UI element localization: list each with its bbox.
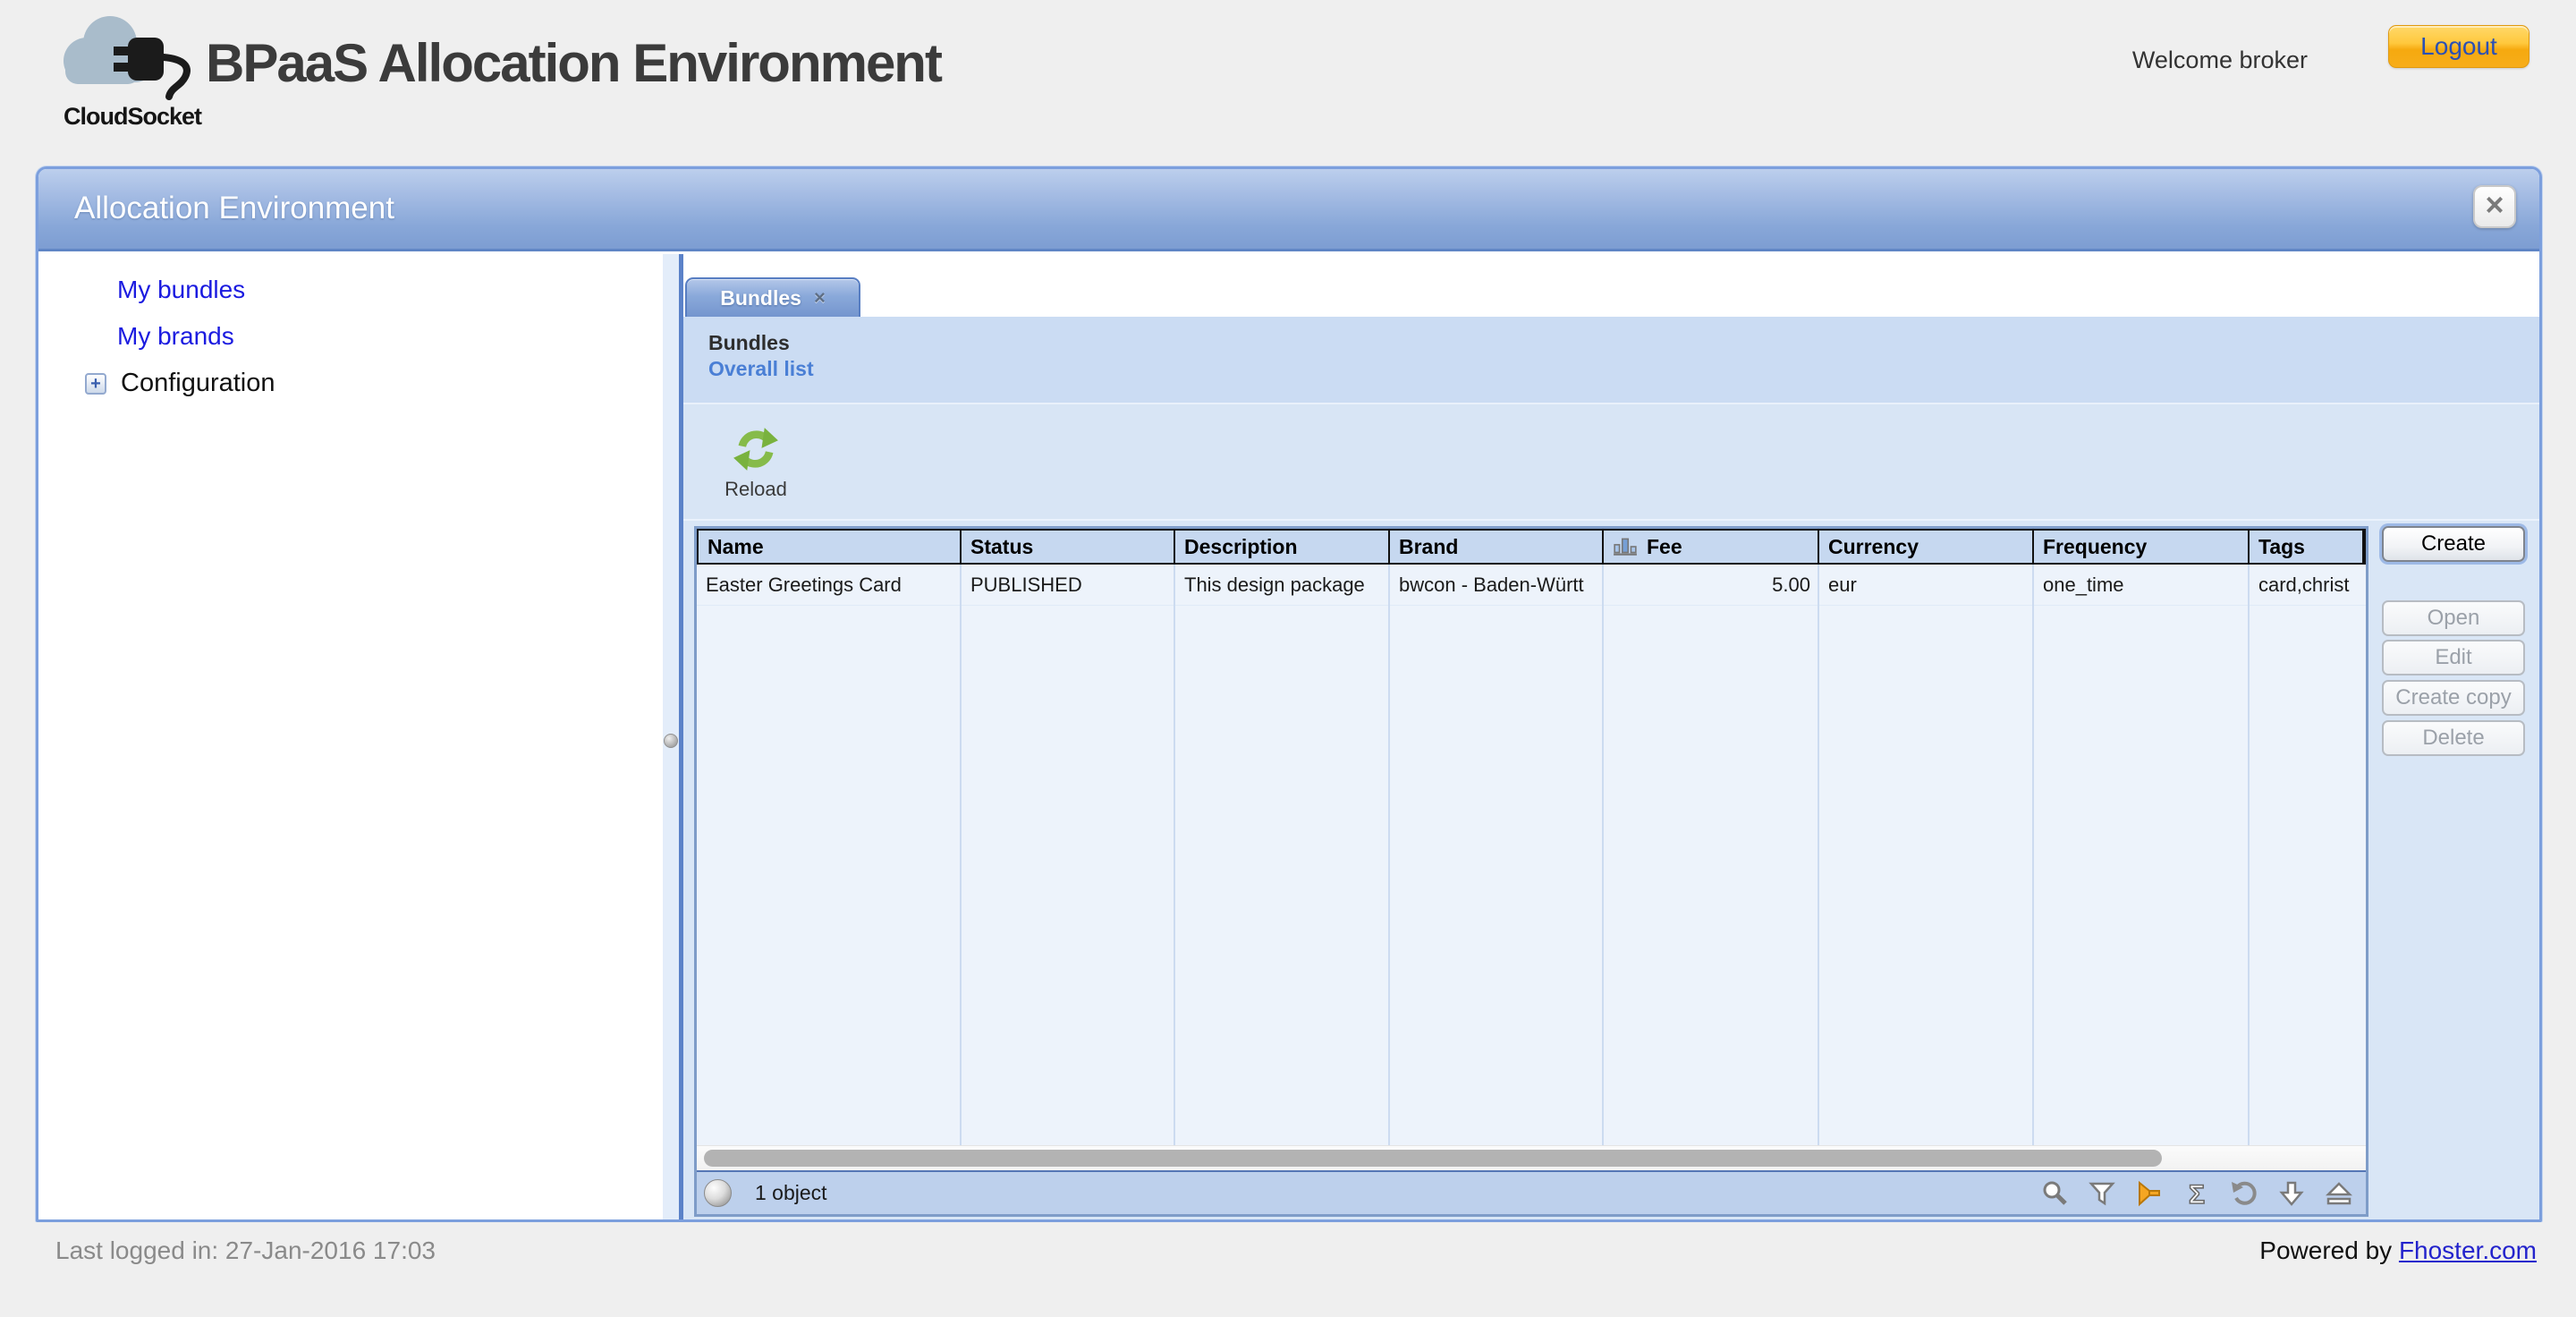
column-header-name[interactable]: Name	[697, 531, 962, 563]
window-close-icon[interactable]: ×	[2473, 185, 2516, 228]
expand-plus-icon[interactable]: +	[85, 373, 106, 395]
cell-currency: eur	[1819, 565, 2034, 605]
window-titlebar: Allocation Environment ×	[38, 169, 2539, 251]
sidebar-item-configuration[interactable]: + Configuration	[85, 369, 663, 398]
create-copy-button[interactable]: Create copy	[2382, 680, 2525, 716]
tab-close-icon[interactable]: ×	[814, 286, 826, 310]
page-title: BPaaS Allocation Environment	[206, 32, 941, 94]
cell-status: PUBLISHED	[962, 565, 1175, 605]
sum-icon[interactable]: Σ	[2182, 1179, 2211, 1208]
reload-label: Reload	[724, 478, 787, 501]
delete-button[interactable]: Delete	[2382, 720, 2525, 756]
column-separator	[1602, 565, 1604, 1145]
breadcrumb-title: Bundles	[708, 331, 2539, 355]
column-header-fee-label: Fee	[1647, 535, 1682, 559]
column-header-brand[interactable]: Brand	[1390, 531, 1604, 563]
logout-button[interactable]: Logout	[2388, 25, 2529, 68]
last-login-text: Last logged in: 27-Jan-2016 17:03	[55, 1236, 436, 1265]
undo-icon[interactable]	[2230, 1179, 2258, 1208]
configuration-label: Configuration	[121, 369, 275, 398]
scrollbar-thumb[interactable]	[704, 1150, 2162, 1167]
toolbar: Reload	[683, 403, 2539, 521]
powered-by: Powered by Fhoster.com	[2259, 1236, 2537, 1265]
bar-chart-icon	[1613, 536, 1638, 557]
reload-button[interactable]: Reload	[705, 412, 807, 515]
tab-bundles[interactable]: Bundles ×	[685, 277, 860, 317]
app-header: CloudSocket BPaaS Allocation Environment…	[0, 0, 2576, 166]
cell-fee: 5.00	[1604, 565, 1819, 605]
powered-by-text: Powered by	[2259, 1236, 2399, 1264]
table-row[interactable]: Easter Greetings Card PUBLISHED This des…	[697, 565, 2366, 606]
breadcrumb: Bundles Overall list	[683, 317, 2539, 403]
welcome-text: Welcome broker	[2132, 47, 2308, 74]
sidebar-item-my-brands[interactable]: My brands	[117, 322, 234, 351]
reload-icon	[733, 426, 779, 472]
bundles-table: Name Status Description Brand Fee	[694, 526, 2368, 1217]
splitter-handle-icon[interactable]	[664, 734, 678, 748]
screen: CloudSocket BPaaS Allocation Environment…	[0, 0, 2576, 1317]
window-title: Allocation Environment	[74, 191, 394, 226]
object-count: 1 object	[755, 1181, 827, 1205]
table-header-row: Name Status Description Brand Fee	[697, 529, 2366, 565]
column-header-tags[interactable]: Tags	[2250, 531, 2364, 563]
tab-bundles-label: Bundles	[720, 286, 801, 310]
column-separator	[1174, 565, 1175, 1145]
filter-active-icon[interactable]	[2135, 1179, 2164, 1208]
search-icon[interactable]	[2040, 1179, 2069, 1208]
svg-text:Σ: Σ	[2189, 1180, 2205, 1208]
open-button[interactable]: Open	[2382, 600, 2525, 636]
filter-icon[interactable]	[2088, 1179, 2116, 1208]
cloudsocket-logo-icon	[49, 11, 216, 104]
column-header-description[interactable]: Description	[1175, 531, 1390, 563]
column-header-fee[interactable]: Fee	[1604, 531, 1819, 563]
status-sphere-icon	[704, 1179, 732, 1207]
tab-strip	[683, 254, 2539, 317]
eject-icon[interactable]	[2325, 1179, 2353, 1208]
window-body: My bundles My brands + Configuration Bun…	[38, 254, 2539, 1219]
column-header-status[interactable]: Status	[962, 531, 1175, 563]
cell-frequency: one_time	[2034, 565, 2250, 605]
download-icon[interactable]	[2277, 1179, 2306, 1208]
breadcrumb-overall-list[interactable]: Overall list	[708, 357, 814, 381]
table-body: Easter Greetings Card PUBLISHED This des…	[697, 565, 2366, 1145]
page-footer: Last logged in: 27-Jan-2016 17:03 Powere…	[0, 1222, 2576, 1317]
status-bar-tools: Σ	[2040, 1172, 2353, 1214]
column-separator	[1818, 565, 1819, 1145]
column-separator	[1388, 565, 1390, 1145]
cloudsocket-logo: CloudSocket	[43, 11, 222, 131]
create-button[interactable]: Create	[2382, 526, 2525, 562]
column-header-currency[interactable]: Currency	[1819, 531, 2034, 563]
allocation-window: Allocation Environment × My bundles My b…	[36, 166, 2542, 1222]
horizontal-scrollbar[interactable]	[697, 1145, 2366, 1170]
content-area: Bundles × Bundles Overall list	[683, 254, 2539, 1219]
sidebar: My bundles My brands + Configuration	[38, 254, 663, 1219]
status-bar: 1 object	[697, 1170, 2366, 1214]
cell-brand: bwcon - Baden-Württ	[1390, 565, 1604, 605]
cell-description: This design package	[1175, 565, 1390, 605]
fhoster-link[interactable]: Fhoster.com	[2399, 1236, 2537, 1264]
column-header-frequency[interactable]: Frequency	[2034, 531, 2250, 563]
column-separator	[2032, 565, 2034, 1145]
logo-caption: CloudSocket	[43, 103, 222, 131]
column-separator	[960, 565, 962, 1145]
edit-button[interactable]: Edit	[2382, 640, 2525, 675]
sidebar-item-my-bundles[interactable]: My bundles	[117, 276, 245, 304]
column-separator	[2248, 565, 2250, 1145]
cell-tags: card,christ	[2250, 565, 2366, 605]
cell-name: Easter Greetings Card	[697, 565, 962, 605]
